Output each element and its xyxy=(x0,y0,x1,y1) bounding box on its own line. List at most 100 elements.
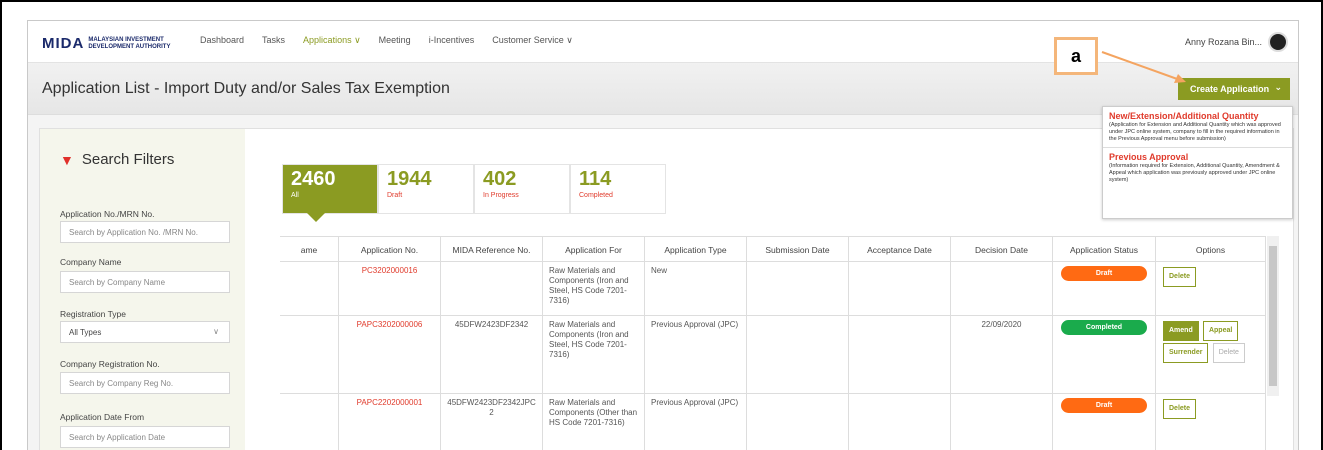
application-type-cell: Previous Approval (JPC) xyxy=(645,316,747,393)
nav-dashboard[interactable]: Dashboard xyxy=(200,35,244,46)
filters-title-text: Search Filters xyxy=(81,151,175,168)
page-title: Application List - Import Duty and/or Sa… xyxy=(42,80,450,97)
nav-links: Dashboard Tasks Applications ∨ Meeting i… xyxy=(200,35,591,46)
application-for-cell: Raw Materials and Components (Iron and S… xyxy=(543,262,645,315)
submission-date-cell xyxy=(747,316,849,393)
dropdown-item-description: (Application for Extension and Additiona… xyxy=(1109,122,1281,142)
registration-type-value: All Types xyxy=(69,328,102,337)
search-filters-panel: ▼ Search Filters Application No./MRN No.… xyxy=(40,129,245,450)
dropdown-item-previous-approval[interactable]: Previous Approval (Information required … xyxy=(1103,147,1292,188)
column-header[interactable]: Application Type xyxy=(645,237,747,261)
table-header: ame Application No. MIDA Reference No. A… xyxy=(280,236,1266,262)
acceptance-date-cell xyxy=(849,394,951,450)
filter-label-registration-type: Registration Type xyxy=(60,309,126,319)
avatar xyxy=(1268,32,1288,52)
status-badge: Completed xyxy=(1061,320,1147,335)
application-no-link[interactable]: PAPC2202000001 xyxy=(339,394,441,450)
filter-label-company-name: Company Name xyxy=(60,257,122,267)
application-type-cell: New xyxy=(645,262,747,315)
stat-count: 402 xyxy=(483,168,517,190)
dropdown-item-description: (Information required for Extension, Add… xyxy=(1109,163,1280,183)
scrollbar-thumb[interactable] xyxy=(1269,246,1277,386)
decision-date-cell xyxy=(951,262,1053,315)
stat-card-completed[interactable]: 114 Completed xyxy=(570,164,666,214)
mida-ref-cell: 45DFW2423DF2342 xyxy=(441,316,543,393)
stat-label: Completed xyxy=(579,192,613,199)
column-header[interactable]: Options xyxy=(1156,237,1266,261)
status-cards: 2460 All 1944 Draft 402 In Progress 114 … xyxy=(282,164,666,222)
company-name-cell xyxy=(280,316,339,393)
nav-i-incentives[interactable]: i-Incentives xyxy=(429,35,475,46)
table-row: PAPC2202000001 45DFW2423DF2342JPC2 Raw M… xyxy=(280,394,1266,450)
column-header[interactable]: MIDA Reference No. xyxy=(441,237,543,261)
column-header[interactable]: Application No. xyxy=(339,237,441,261)
create-application-label: Create Application xyxy=(1190,84,1270,94)
stat-label: Draft xyxy=(387,192,403,199)
dropdown-item-title: Previous Approval xyxy=(1109,152,1189,162)
annotation-arrow-icon xyxy=(1101,51,1186,83)
application-date-from-input[interactable]: Search by Application Date xyxy=(60,426,230,448)
status-cell: Draft xyxy=(1053,394,1156,450)
nav-customer-service[interactable]: Customer Service ∨ xyxy=(492,35,573,46)
stat-card-in-progress[interactable]: 402 In Progress xyxy=(474,164,570,214)
status-cell: Draft xyxy=(1053,262,1156,315)
user-name: Anny Rozana Bin... xyxy=(1184,37,1262,47)
create-application-button[interactable]: Create Application ⌄ xyxy=(1178,78,1290,100)
application-no-link[interactable]: PAPC3202000006 xyxy=(339,316,441,393)
status-cell: Completed xyxy=(1053,316,1156,393)
decision-date-cell: 22/09/2020 xyxy=(951,316,1053,393)
table-scrollbar[interactable] xyxy=(1267,236,1279,396)
mida-ref-cell: 45DFW2423DF2342JPC2 xyxy=(441,394,543,450)
stat-count: 114 xyxy=(579,168,612,190)
application-for-cell: Raw Materials and Components (Other than… xyxy=(543,394,645,450)
chevron-down-icon: ∨ xyxy=(213,327,219,336)
amend-button[interactable]: Amend xyxy=(1163,321,1199,341)
nav-applications[interactable]: Applications ∨ xyxy=(303,35,361,46)
column-header[interactable]: Decision Date xyxy=(951,237,1053,261)
company-name-input[interactable]: Search by Company Name xyxy=(60,271,230,293)
nav-tasks[interactable]: Tasks xyxy=(262,35,285,46)
funnel-icon: ▼ xyxy=(60,151,74,168)
filter-label-company-reg-no: Company Registration No. xyxy=(60,359,160,369)
column-header[interactable]: Acceptance Date xyxy=(849,237,951,261)
dropdown-item-new-extension[interactable]: New/Extension/Additional Quantity (Appli… xyxy=(1103,107,1292,147)
stat-count: 2460 xyxy=(291,168,336,190)
logo-mark: MIDA xyxy=(42,35,85,52)
surrender-button[interactable]: Surrender xyxy=(1163,343,1209,363)
stat-card-draft[interactable]: 1944 Draft xyxy=(378,164,474,214)
table-row: PC3202000016 Raw Materials and Component… xyxy=(280,262,1266,316)
appeal-button[interactable]: Appeal xyxy=(1202,321,1239,341)
delete-button[interactable]: Delete xyxy=(1163,399,1197,419)
stat-card-all[interactable]: 2460 All xyxy=(282,164,378,222)
delete-button[interactable]: Delete xyxy=(1212,343,1245,363)
mida-logo[interactable]: MIDA MALAYSIAN INVESTMENT DEVELOPMENT AU… xyxy=(42,35,178,52)
registration-type-select[interactable]: All Types ∨ xyxy=(60,321,230,343)
filter-label-application-no: Application No./MRN No. xyxy=(60,209,155,219)
status-badge: Draft xyxy=(1061,398,1147,413)
table-row: PAPC3202000006 45DFW2423DF2342 Raw Mater… xyxy=(280,316,1266,394)
company-reg-no-input[interactable]: Search by Company Reg No. xyxy=(60,372,230,394)
decision-date-cell xyxy=(951,394,1053,450)
acceptance-date-cell xyxy=(849,316,951,393)
application-no-input[interactable]: Search by Application No. /MRN No. xyxy=(60,221,230,243)
column-header[interactable]: Submission Date xyxy=(747,237,849,261)
delete-button[interactable]: Delete xyxy=(1163,267,1197,287)
applications-table: ame Application No. MIDA Reference No. A… xyxy=(280,236,1266,450)
column-header[interactable]: ame xyxy=(280,237,339,261)
application-for-cell: Raw Materials and Components (Iron and S… xyxy=(543,316,645,393)
application-no-link[interactable]: PC3202000016 xyxy=(339,262,441,315)
stat-count: 1944 xyxy=(387,168,432,190)
submission-date-cell xyxy=(747,262,849,315)
company-name-cell xyxy=(280,394,339,450)
nav-meeting[interactable]: Meeting xyxy=(379,35,411,46)
column-header[interactable]: Application For xyxy=(543,237,645,261)
acceptance-date-cell xyxy=(849,262,951,315)
user-menu[interactable]: Anny Rozana Bin... xyxy=(1185,32,1288,52)
submission-date-cell xyxy=(747,394,849,450)
chevron-down-icon: ⌄ xyxy=(1274,82,1282,92)
options-cell: Delete xyxy=(1156,394,1266,450)
stat-label: In Progress xyxy=(483,192,519,199)
status-badge: Draft xyxy=(1061,266,1147,281)
column-header[interactable]: Application Status xyxy=(1053,237,1156,261)
create-application-dropdown: New/Extension/Additional Quantity (Appli… xyxy=(1102,106,1293,219)
